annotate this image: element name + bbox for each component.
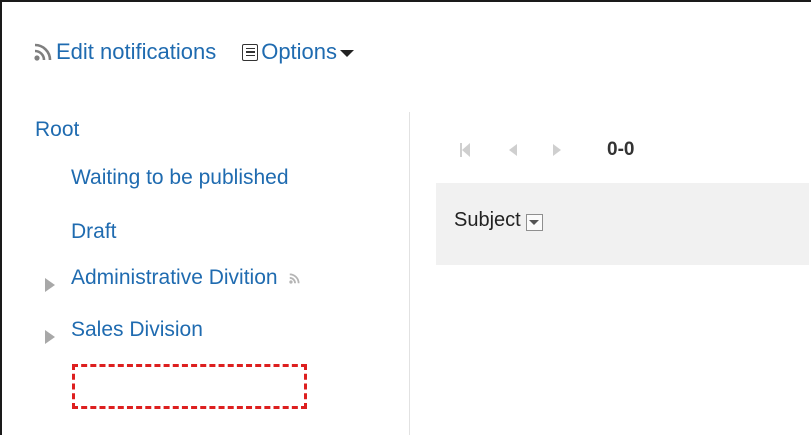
tree-item-draft[interactable]: Draft	[71, 220, 117, 244]
next-page-icon[interactable]	[553, 144, 561, 156]
menu-icon	[242, 43, 259, 61]
first-page-icon[interactable]	[460, 143, 471, 157]
tree-item-label: Draft	[71, 220, 117, 243]
expand-arrow-icon[interactable]	[45, 278, 55, 292]
sort-dropdown-icon[interactable]	[525, 213, 543, 231]
tree-item-label: Root	[35, 118, 80, 141]
subject-column-header[interactable]: Subject	[454, 209, 543, 232]
rss-icon	[288, 272, 301, 285]
options-label: Options	[261, 39, 338, 64]
tree-item-label: Sales Division	[71, 318, 203, 341]
options-menu-button[interactable]: Options	[242, 39, 355, 65]
tree-item-root[interactable]: Root	[35, 118, 79, 142]
previous-page-icon[interactable]	[509, 144, 517, 156]
edit-notifications-link[interactable]: Edit notifications	[32, 39, 216, 65]
list-header: Subject	[436, 183, 809, 265]
chevron-down-icon	[340, 49, 355, 57]
rss-icon	[32, 41, 54, 63]
tree-item-sales-division[interactable]: Sales Division	[71, 318, 203, 342]
tree-item-label: Administrative Divition	[71, 266, 278, 289]
tree-item-administrative-divition[interactable]: Administrative Divition	[71, 266, 301, 290]
expand-arrow-icon[interactable]	[45, 330, 55, 344]
edit-notifications-label: Edit notifications	[56, 39, 217, 64]
tree-item-label: Waiting to be published	[71, 166, 289, 189]
tree-item-waiting-to-be-published[interactable]: Waiting to be published	[71, 166, 289, 190]
page-range: 0-0	[607, 139, 635, 160]
toolbar: Edit notifications Options	[32, 36, 355, 68]
subject-label: Subject	[454, 209, 521, 231]
pager: 0-0	[460, 138, 634, 162]
highlight-annotation	[72, 364, 307, 409]
pane-divider[interactable]	[409, 112, 410, 435]
